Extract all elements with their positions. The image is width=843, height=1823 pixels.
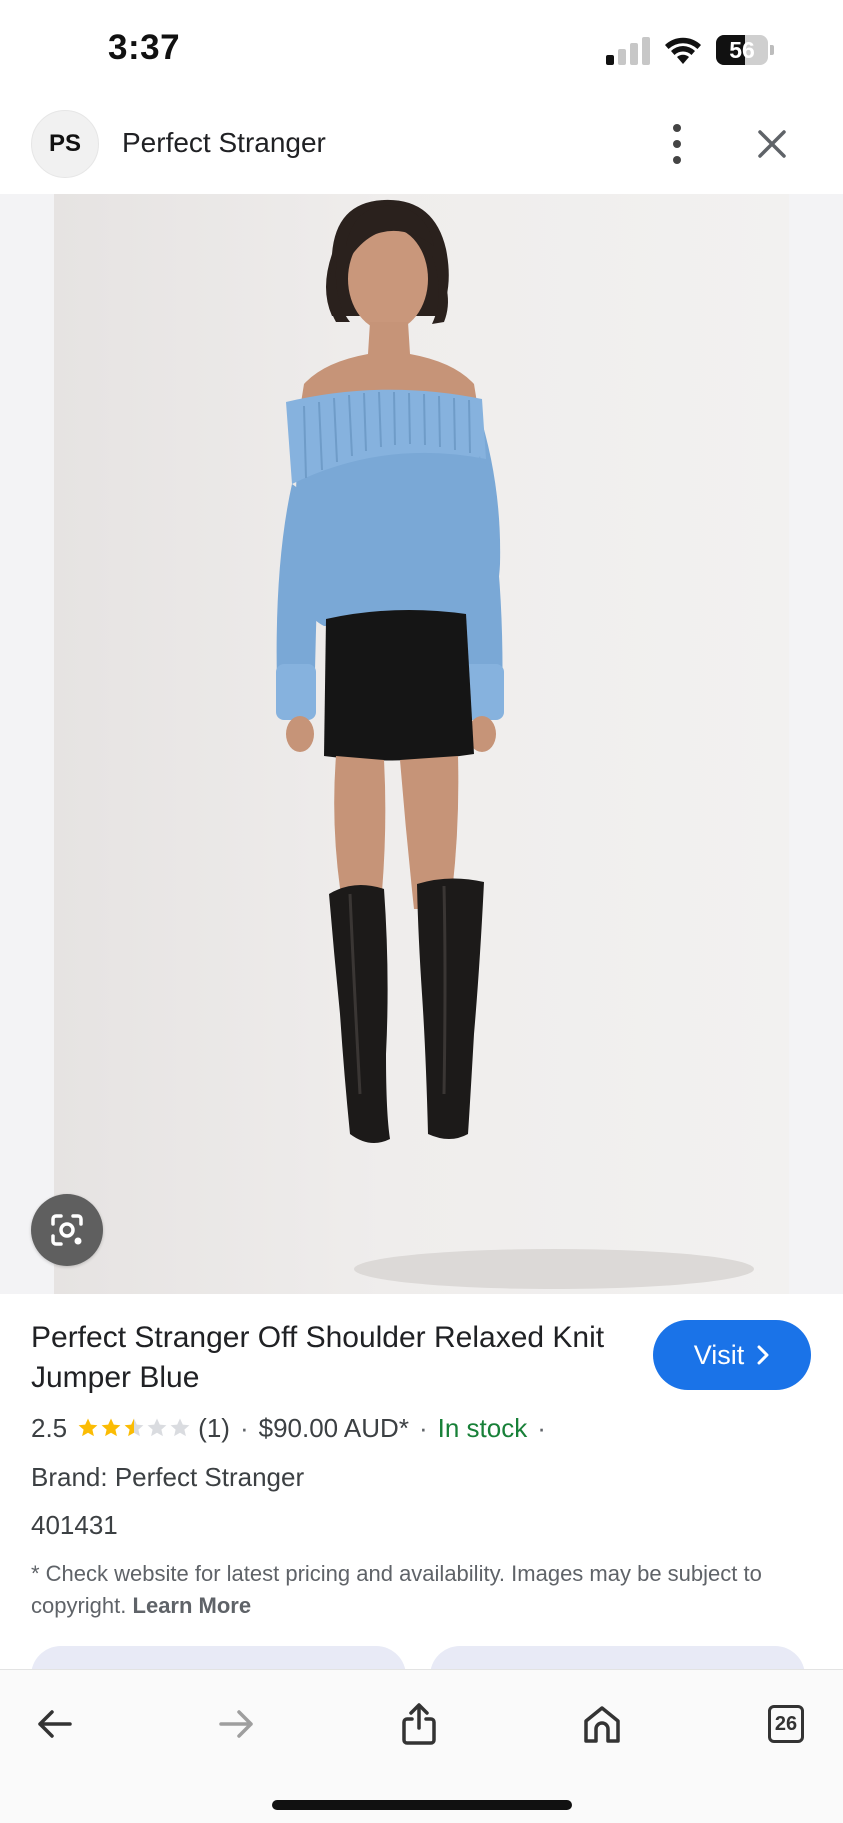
- tabs-count: 26: [768, 1705, 804, 1743]
- disclaimer: * Check website for latest pricing and a…: [31, 1558, 791, 1622]
- bottom-toolbar: 26: [0, 1669, 843, 1823]
- star-icon: [124, 1418, 144, 1437]
- home-indicator: [272, 1800, 572, 1810]
- star-icon: [170, 1418, 190, 1437]
- status-bar: 3:37 56: [0, 0, 843, 100]
- home-icon[interactable]: [572, 1694, 632, 1754]
- learn-more-link[interactable]: Learn More: [133, 1593, 252, 1618]
- product-title: Perfect Stranger Off Shoulder Relaxed Kn…: [31, 1321, 605, 1394]
- image-area: [0, 194, 843, 1294]
- site-header: PS Perfect Stranger: [0, 100, 843, 194]
- price: $90.00 AUD*: [258, 1412, 409, 1443]
- chevron-right-icon: [757, 1345, 769, 1365]
- status-time: 3:37: [108, 28, 181, 67]
- cellular-signal-icon: [606, 37, 650, 65]
- tabs-button[interactable]: 26: [756, 1694, 816, 1754]
- sku: 401431: [31, 1510, 118, 1540]
- close-icon[interactable]: [752, 122, 792, 166]
- rating-row: 2.5 (1) · $90.00 AUD* · In stock ·: [31, 1412, 546, 1444]
- back-arrow-icon[interactable]: [24, 1694, 84, 1754]
- forward-arrow-icon[interactable]: [207, 1694, 267, 1754]
- star-icon: [78, 1418, 98, 1437]
- rating-stars: [77, 1417, 192, 1439]
- visit-button[interactable]: Visit: [653, 1320, 811, 1390]
- review-count[interactable]: (1): [198, 1413, 230, 1444]
- rating-value: 2.5: [31, 1412, 68, 1443]
- site-logo[interactable]: PS: [31, 110, 99, 178]
- more-vert-icon[interactable]: [660, 116, 694, 172]
- battery-icon: 56: [716, 35, 774, 65]
- visit-button-label: Visit: [693, 1339, 745, 1370]
- lens-icon[interactable]: [31, 1194, 103, 1266]
- wifi-icon: [665, 37, 701, 64]
- product-info: Perfect Stranger Off Shoulder Relaxed Kn…: [0, 1294, 843, 1706]
- site-name[interactable]: Perfect Stranger: [122, 127, 326, 159]
- star-icon: [147, 1418, 167, 1437]
- battery-level: 56: [729, 37, 755, 63]
- star-icon: [101, 1418, 121, 1437]
- product-image[interactable]: [54, 194, 789, 1294]
- availability: In stock: [437, 1412, 528, 1443]
- share-icon[interactable]: [389, 1694, 449, 1754]
- brand: Brand: Perfect Stranger: [31, 1462, 305, 1492]
